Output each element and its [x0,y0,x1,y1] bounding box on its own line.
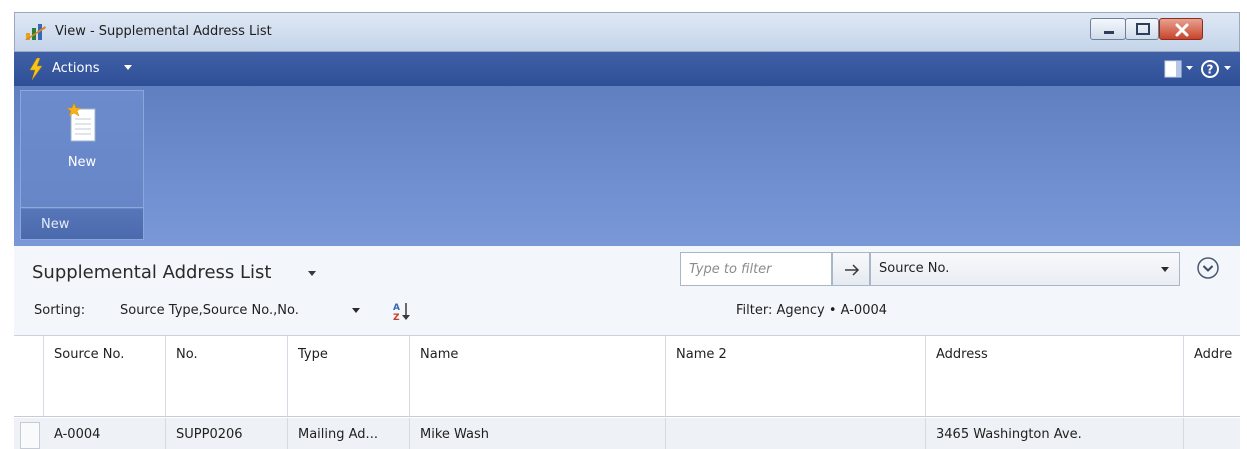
row-selector[interactable] [20,422,40,449]
cell-name[interactable]: Mike Wash [410,418,666,449]
column-header-source-no[interactable]: Source No. [44,336,166,416]
cell-type[interactable]: Mailing Ad... [288,418,410,449]
cell-no[interactable]: SUPP0206 [166,418,288,449]
cell-name-2[interactable] [666,418,926,449]
new-button[interactable]: New [21,91,143,201]
svg-text:A: A [393,303,400,313]
svg-text:?: ? [1207,63,1214,77]
column-header-no[interactable]: No. [166,336,288,416]
new-document-icon [66,103,96,142]
cell-source-no[interactable]: A-0004 [44,418,166,449]
window-title: View - Supplemental Address List [55,24,272,39]
header-divider [14,416,1240,417]
app-logo-icon [25,24,46,40]
maximize-icon [1136,23,1150,35]
column-header-address[interactable]: Address [926,336,1184,416]
maximize-button[interactable] [1125,18,1159,40]
cell-text: SUPP0206 [176,427,243,442]
column-header-label: Source No. [54,347,125,362]
ribbon-group-new: New New [20,90,144,240]
column-header-name[interactable]: Name [410,336,666,416]
cell-text: A-0004 [54,427,101,442]
sorting-dropdown[interactable]: Source Type,Source No.,No. [120,303,299,318]
ribbon: New New [14,86,1240,246]
list-header: Supplemental Address List Source No. Sor… [14,246,1240,336]
layout-view-icon[interactable] [1164,60,1182,78]
chevron-down-icon[interactable] [1224,66,1231,71]
column-header-label: No. [176,347,198,362]
svg-text:Z: Z [393,313,400,322]
expand-circle-icon[interactable] [1196,256,1220,280]
page-title[interactable]: Supplemental Address List [32,262,271,283]
apply-filter-button[interactable] [832,252,870,286]
column-header-label: Type [298,347,328,362]
ribbon-group-footer: New [21,209,143,239]
minimize-icon [1104,31,1114,34]
column-header-label: Address [936,347,988,362]
filter-input[interactable] [680,252,832,286]
cell-text: Mike Wash [420,427,490,442]
ribbon-group-label: New [41,217,70,232]
window-frame-left [0,0,14,449]
sort-ascending-icon[interactable]: A Z [392,300,414,322]
window-frame-right [1240,0,1247,449]
cell-text: 3465 Washington Ave. [936,427,1082,442]
row-selector-header [14,336,44,416]
close-icon [1175,23,1189,37]
actions-menu[interactable]: Actions [52,61,100,76]
chevron-down-icon[interactable] [308,271,316,277]
column-header-label: Name [420,347,459,362]
chevron-down-icon [1161,267,1169,272]
minimize-button[interactable] [1090,18,1126,40]
chevron-down-icon[interactable] [352,308,360,314]
chevron-down-icon[interactable] [124,65,132,71]
filter-field-select[interactable]: Source No. [870,252,1180,286]
chevron-down-icon[interactable] [1186,66,1193,71]
new-button-label: New [67,155,97,170]
applied-filter-text: Filter: Agency • A-0004 [736,303,888,318]
column-header-type[interactable]: Type [288,336,410,416]
column-header-label: Name 2 [676,347,727,362]
column-header-label: Addre [1194,347,1233,362]
application-window: View - Supplemental Address List Actions [0,0,1247,449]
help-icon[interactable]: ? [1200,59,1220,79]
sorting-label: Sorting: [34,303,86,318]
lightning-bolt-icon [29,58,43,80]
title-bar[interactable]: View - Supplemental Address List [14,12,1240,52]
data-grid: Source No. No. Type Name Name 2 Address … [14,336,1240,449]
close-button[interactable] [1159,18,1203,40]
cell-address-2[interactable] [1184,418,1240,449]
cell-text: Mailing Ad... [298,427,378,442]
column-header-name-2[interactable]: Name 2 [666,336,926,416]
ribbon-group-divider [21,207,143,208]
filter-field-value: Source No. [879,261,950,276]
arrow-right-icon [845,264,860,276]
actions-bar: Actions ? [14,52,1240,86]
column-header-address-2[interactable]: Addre [1184,336,1240,416]
cell-address[interactable]: 3465 Washington Ave. [926,418,1184,449]
